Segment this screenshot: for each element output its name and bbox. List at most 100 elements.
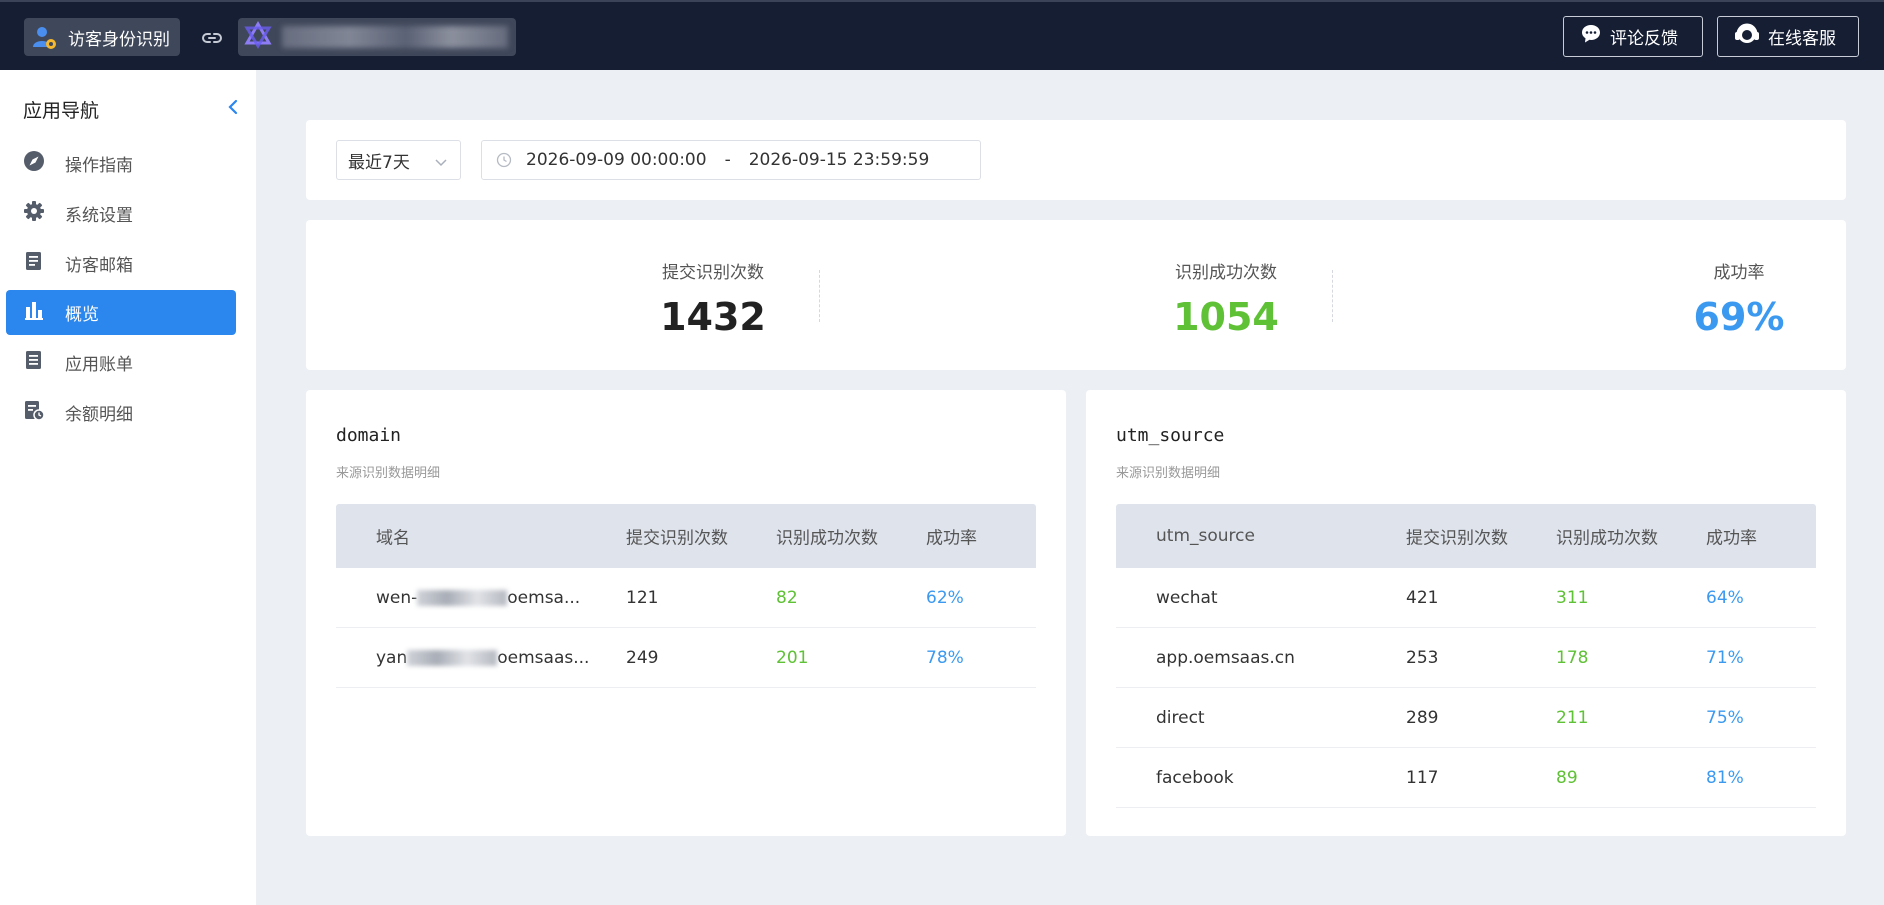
- stat-rate: 成功率 69%: [1589, 258, 1884, 339]
- submitted-cell: 249: [626, 647, 659, 668]
- sidebar-item-guide[interactable]: 操作指南: [6, 141, 236, 186]
- sidebar-item-label: 应用账单: [65, 355, 133, 375]
- stat-value: 1432: [660, 295, 766, 339]
- redacted-text: [407, 649, 498, 666]
- end-datetime[interactable]: 2026-09-15 23:59:59: [749, 150, 930, 170]
- card-title: domain: [336, 425, 402, 446]
- sidebar-title: 应用导航: [23, 100, 100, 122]
- table-row[interactable]: direct 289 211 75%: [1116, 688, 1816, 748]
- domain-cell: yan oemsaas...: [376, 648, 589, 668]
- source-cell: direct: [1156, 707, 1205, 728]
- submitted-cell: 289: [1406, 707, 1439, 728]
- submitted-cell: 253: [1406, 647, 1439, 668]
- sidebar-item-label: 访客邮箱: [65, 256, 133, 276]
- clock-icon: [496, 152, 512, 168]
- collapse-chevron-icon[interactable]: [224, 96, 242, 118]
- column-header: 提交识别次数: [1406, 528, 1508, 549]
- success-cell: 311: [1556, 587, 1589, 608]
- redacted-text: [417, 589, 508, 606]
- rate-cell: 75%: [1706, 707, 1744, 728]
- table-row[interactable]: yan oemsaas... 249 201 78%: [336, 628, 1036, 688]
- submitted-cell: 121: [626, 587, 659, 608]
- top-bar: 访客身份识别 评论反馈 在线客服: [0, 0, 1884, 70]
- column-header: 识别成功次数: [776, 528, 878, 549]
- column-header: 识别成功次数: [1556, 528, 1658, 549]
- card-subtitle: 来源识别数据明细: [1116, 466, 1221, 481]
- online-service-button[interactable]: 在线客服: [1717, 16, 1859, 57]
- card-title: utm_source: [1116, 425, 1225, 446]
- success-cell: 201: [776, 647, 809, 668]
- table-row[interactable]: wen-oemsa... 121 82 62%: [336, 568, 1036, 628]
- domain-table-card: domain 来源识别数据明细 域名 提交识别次数 识别成功次数 成功率 wen…: [306, 390, 1066, 836]
- column-header: 成功率: [1706, 528, 1757, 549]
- rate-cell: 62%: [926, 587, 964, 608]
- rate-cell: 78%: [926, 647, 964, 668]
- success-cell: 178: [1556, 647, 1589, 668]
- column-header: 域名: [376, 528, 410, 549]
- stat-success: 识别成功次数 1054: [1076, 258, 1376, 339]
- domain-cell: wen-oemsa...: [376, 588, 580, 608]
- divider: [819, 270, 820, 322]
- range-select[interactable]: 最近7天: [336, 140, 461, 180]
- chat-bubble-icon: [1580, 23, 1602, 50]
- domain-prefix: yan: [376, 647, 408, 668]
- sidebar-item-label: 系统设置: [65, 206, 133, 226]
- range-select-value: 最近7天: [348, 152, 410, 173]
- balance-icon: [23, 399, 45, 426]
- document-icon: [23, 250, 45, 277]
- bill-icon: [23, 349, 45, 376]
- stat-submitted: 提交识别次数 1432: [563, 258, 863, 339]
- stat-label: 识别成功次数: [1175, 263, 1277, 283]
- app-name: 访客身份识别: [68, 29, 170, 50]
- sidebar: 应用导航 操作指南 系统设置 访客邮箱 概览 应用账单 余额明细: [0, 70, 256, 905]
- column-header: 提交识别次数: [626, 528, 728, 549]
- domain-prefix: wen-: [376, 587, 418, 608]
- date-range-picker[interactable]: 2026-09-09 00:00:00 - 2026-09-15 23:59:5…: [481, 140, 981, 180]
- gear-icon: [23, 200, 45, 227]
- utm-source-table-card: utm_source 来源识别数据明细 utm_source 提交识别次数 识别…: [1086, 390, 1846, 836]
- source-cell: app.oemsaas.cn: [1156, 647, 1295, 668]
- column-header: utm_source: [1156, 526, 1255, 546]
- table-row[interactable]: facebook 117 89 81%: [1116, 748, 1816, 808]
- project-name-redacted: [282, 26, 508, 48]
- table-row[interactable]: app.oemsaas.cn 253 178 71%: [1116, 628, 1816, 688]
- domain-table: 域名 提交识别次数 识别成功次数 成功率 wen-oemsa... 121 82…: [336, 504, 1036, 688]
- sidebar-item-label: 概览: [65, 305, 99, 325]
- submitted-cell: 117: [1406, 767, 1439, 788]
- app-switcher[interactable]: 访客身份识别: [24, 18, 180, 56]
- start-datetime[interactable]: 2026-09-09 00:00:00: [526, 150, 707, 170]
- stat-label: 成功率: [1713, 263, 1765, 283]
- stat-label: 提交识别次数: [662, 263, 764, 283]
- success-cell: 89: [1556, 767, 1578, 788]
- divider: [1332, 270, 1333, 322]
- sidebar-item-overview[interactable]: 概览: [6, 290, 236, 335]
- domain-suffix: oemsa...: [507, 587, 581, 608]
- range-separator: -: [724, 150, 731, 170]
- service-label: 在线客服: [1768, 29, 1836, 49]
- table-header: utm_source 提交识别次数 识别成功次数 成功率: [1116, 504, 1816, 568]
- stats-summary: 提交识别次数 1432 识别成功次数 1054 成功率 69%: [306, 220, 1846, 370]
- table-row[interactable]: wechat 421 311 64%: [1116, 568, 1816, 628]
- rate-cell: 64%: [1706, 587, 1744, 608]
- sidebar-item-balance-detail[interactable]: 余额明细: [6, 390, 236, 435]
- rate-cell: 81%: [1706, 767, 1744, 788]
- table-header: 域名 提交识别次数 识别成功次数 成功率: [336, 504, 1036, 568]
- column-header: 成功率: [926, 528, 977, 549]
- link-icon[interactable]: [200, 26, 224, 50]
- utm-source-table: utm_source 提交识别次数 识别成功次数 成功率 wechat 421 …: [1116, 504, 1816, 808]
- sidebar-item-label: 操作指南: [65, 156, 133, 176]
- rate-cell: 71%: [1706, 647, 1744, 668]
- stat-value: 1054: [1173, 295, 1279, 339]
- sidebar-item-app-bill[interactable]: 应用账单: [6, 340, 236, 385]
- success-cell: 82: [776, 587, 798, 608]
- card-subtitle: 来源识别数据明细: [336, 466, 441, 481]
- stat-value: 69%: [1693, 295, 1785, 339]
- feedback-button[interactable]: 评论反馈: [1563, 16, 1703, 57]
- chevron-down-icon: [434, 154, 448, 168]
- bar-chart-icon: [23, 299, 45, 326]
- sidebar-item-visitor-mailbox[interactable]: 访客邮箱: [6, 241, 236, 286]
- domain-suffix: oemsaas...: [497, 647, 590, 668]
- source-cell: wechat: [1156, 587, 1218, 608]
- project-chip[interactable]: [238, 18, 516, 56]
- sidebar-item-settings[interactable]: 系统设置: [6, 191, 236, 236]
